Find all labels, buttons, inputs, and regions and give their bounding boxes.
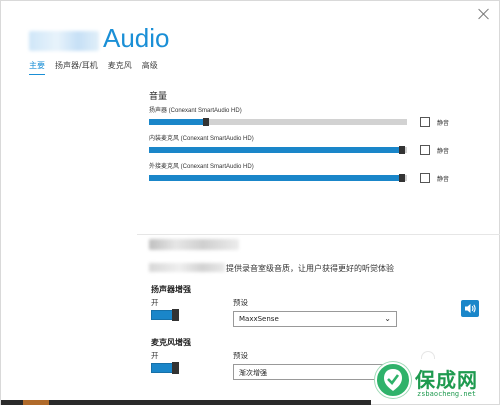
mute-label: 静音: [437, 148, 450, 155]
watermark-logo-icon: [375, 362, 411, 398]
app-title: Audio: [103, 23, 170, 53]
volume-slider[interactable]: [149, 146, 407, 154]
volume-slider-handle[interactable]: [202, 118, 209, 126]
device-row-external-mic: 外接麦克风 (Conexant SmartAudio HD) 静音: [149, 161, 479, 185]
speaker-preset-label: 预设: [233, 298, 248, 307]
mic-enhance-toggle[interactable]: [151, 362, 179, 374]
mute-label: 静音: [437, 176, 450, 183]
toggle-knob: [172, 309, 179, 321]
mic-enhance-title: 麦克风增强: [151, 338, 191, 347]
volume-fill: [149, 119, 206, 125]
chevron-down-icon: ⌄: [384, 314, 391, 323]
volume-fill: [149, 175, 402, 181]
watermark-url: zsbaocheng.net: [417, 390, 477, 398]
tab-bar: 主要 扬声器/耳机 麦克风 高级: [29, 60, 158, 75]
volume-slider-handle[interactable]: [398, 146, 405, 154]
device-row-internal-mic: 内装麦克风 (Conexant SmartAudio HD) 静音: [149, 133, 479, 157]
section-divider: [137, 234, 500, 235]
volume-slider[interactable]: [149, 118, 407, 126]
device-row-speaker: 扬声器 (Conexant SmartAudio HD) 静音: [149, 105, 479, 129]
speaker-enhance-title: 扬声器增强: [151, 285, 191, 294]
device-label: 外接麦克风 (Conexant SmartAudio HD): [149, 164, 254, 170]
enhance-section-title-blurred: [149, 239, 239, 250]
volume-slider[interactable]: [149, 174, 407, 182]
speaker-preset-value: MaxxSense: [239, 315, 279, 323]
speaker-icon[interactable]: [461, 300, 479, 317]
mic-enhance-state-label: 开: [151, 351, 159, 360]
tab-microphone[interactable]: 麦克风: [108, 60, 132, 75]
mute-label: 静音: [437, 120, 450, 127]
watermark: 保成网 zsbaocheng.net: [371, 358, 500, 405]
close-icon[interactable]: [477, 7, 491, 21]
volume-slider-handle[interactable]: [398, 174, 405, 182]
enhance-brand-blurred: [149, 263, 225, 272]
brand-logo-blurred: [29, 31, 99, 51]
tab-speakers-headphones[interactable]: 扬声器/耳机: [55, 60, 98, 75]
audio-window: Audio 主要 扬声器/耳机 麦克风 高级 音量 扬声器 (Conexant …: [0, 0, 500, 405]
speaker-enhance-state-label: 开: [151, 298, 159, 307]
mute-checkbox[interactable]: [420, 145, 430, 155]
mute-checkbox[interactable]: [420, 117, 430, 127]
tab-main[interactable]: 主要: [29, 60, 45, 75]
volume-fill: [149, 147, 402, 153]
toggle-knob: [172, 362, 179, 374]
volume-section-title: 音量: [149, 92, 168, 102]
tab-advanced[interactable]: 高级: [142, 60, 158, 75]
watermark-text: 保成网: [415, 368, 478, 392]
enhance-description: 提供录音室级音质，让用户获得更好的听觉体验: [226, 264, 394, 273]
speaker-preset-select[interactable]: MaxxSense ⌄: [233, 311, 397, 327]
taskbar: [1, 400, 371, 405]
mic-preset-value: 渐次增强: [239, 369, 267, 377]
device-label: 扬声器 (Conexant SmartAudio HD): [149, 108, 242, 114]
taskbar-item[interactable]: [23, 400, 49, 405]
mute-checkbox[interactable]: [420, 173, 430, 183]
speaker-enhance-toggle[interactable]: [151, 309, 179, 321]
mic-preset-label: 预设: [233, 351, 248, 360]
device-label: 内装麦克风 (Conexant SmartAudio HD): [149, 136, 254, 142]
